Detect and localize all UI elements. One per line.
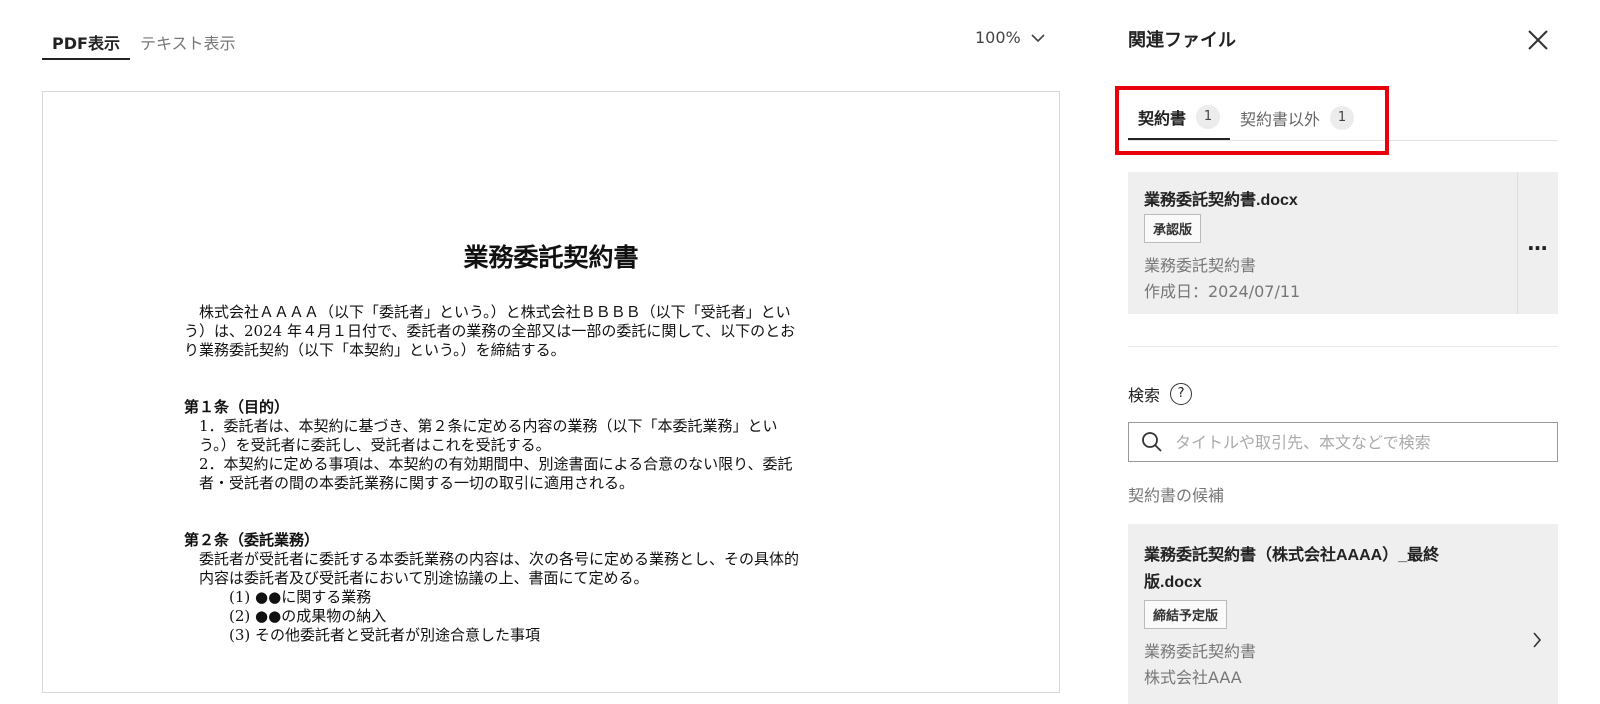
article-list-item: (1) ●●に関する業務 (229, 588, 372, 606)
contract-type: 業務委託契約書 (1144, 256, 1257, 275)
zoom-select[interactable]: 100% (975, 28, 1045, 47)
article-title: 第１条（目的） (184, 398, 290, 416)
search-icon (1142, 432, 1162, 452)
search-field[interactable] (1128, 422, 1558, 462)
article-2: 第２条（委託業務） 委託者が受託者に委託する本委託業務の内容は、次の各号に定める… (184, 531, 924, 645)
article-line: 委託者が受託者に委託する本委託業務の内容は、次の各号に定める業務とし、その具体的 (199, 550, 800, 568)
version-tag: 承認版 (1144, 214, 1202, 243)
more-menu-button[interactable]: … (1517, 172, 1558, 314)
article-line: 内容は委託者及び受託者において別途協議の上、書面にて定める。 (199, 569, 649, 587)
candidates-label: 契約書の候補 (1128, 486, 1225, 505)
chevron-down-icon (1031, 33, 1045, 42)
related-file-card[interactable]: 業務委託契約書.docx 承認版 業務委託契約書 作成日：2024/07/11 … (1128, 172, 1558, 314)
chevron-right-icon (1533, 632, 1542, 648)
document-title: 業務委託契約書 (463, 243, 639, 272)
tab-text-view[interactable]: テキスト表示 (130, 24, 246, 58)
created-date: 作成日：2024/07/11 (1144, 282, 1301, 301)
intro-line: 株式会社ＡＡＡＡ（以下「委託者」という。）と株式会社ＢＢＢＢ（以下「受託者」とい (199, 303, 791, 321)
tab-pdf-view[interactable]: PDF表示 (42, 24, 130, 60)
search-input[interactable] (1173, 431, 1537, 453)
highlight-annotation-box (1115, 86, 1389, 155)
more-icon: … (1527, 231, 1549, 255)
file-name: 業務委託契約書.docx (1144, 192, 1298, 209)
close-button[interactable] (1524, 26, 1552, 54)
partner-name: 株式会社AAA (1144, 668, 1242, 687)
article-line: 1．委託者は、本契約に基づき、第２条に定める内容の業務（以下「本委託業務」とい (199, 417, 778, 435)
panel-title: 関連ファイル (1128, 30, 1236, 51)
candidate-file-card[interactable]: 業務委託契約書（株式会社AAAA）_最終版.docx 締結予定版 業務委託契約書… (1128, 524, 1558, 704)
article-list-item: (3) その他委託者と受託者が別途合意した事項 (229, 626, 541, 644)
divider (1128, 346, 1558, 347)
article-line: う。）を受託者に委託し、受託者はこれを受託する。 (199, 436, 551, 454)
search-label: 検索 ? (1128, 382, 1193, 406)
search-label-text: 検索 (1128, 386, 1161, 405)
intro-line: う）は、2024 年４月１日付で、委託者の業務の全部又は一部の委託に関して、以下… (184, 322, 796, 340)
candidate-file-name: 業務委託契約書（株式会社AAAA）_最終版.docx (1144, 547, 1440, 591)
close-icon (1528, 30, 1548, 50)
article-title: 第２条（委託業務） (184, 531, 320, 549)
document-body: 株式会社ＡＡＡＡ（以下「委託者」という。）と株式会社ＢＢＢＢ（以下「受託者」とい… (184, 303, 924, 645)
zoom-value: 100% (975, 28, 1021, 47)
intro-line: り業務委託契約（以下「本契約」という。）を締結する。 (184, 341, 566, 359)
article-line: 者・受託者の間の本委託業務に関する一切の取引に適用される。 (199, 474, 635, 492)
help-icon[interactable]: ? (1170, 383, 1193, 405)
article-list-item: (2) ●●の成果物の納入 (229, 607, 387, 625)
viewer-tabs: PDF表示 テキスト表示 (42, 24, 245, 60)
article-1: 第１条（目的） 1．委託者は、本契約に基づき、第２条に定める内容の業務（以下「本… (184, 398, 924, 493)
intro-paragraph: 株式会社ＡＡＡＡ（以下「委託者」という。）と株式会社ＢＢＢＢ（以下「受託者」とい (184, 303, 924, 322)
version-tag: 締結予定版 (1144, 600, 1228, 629)
article-line: 2．本契約に定める事項は、本契約の有効期間中、別途書面による合意のない限り、委託 (199, 455, 793, 473)
contract-type: 業務委託契約書 (1144, 642, 1257, 661)
document-page: 業務委託契約書 株式会社ＡＡＡＡ（以下「委託者」という。）と株式会社ＢＢＢＢ（以… (42, 91, 1060, 693)
